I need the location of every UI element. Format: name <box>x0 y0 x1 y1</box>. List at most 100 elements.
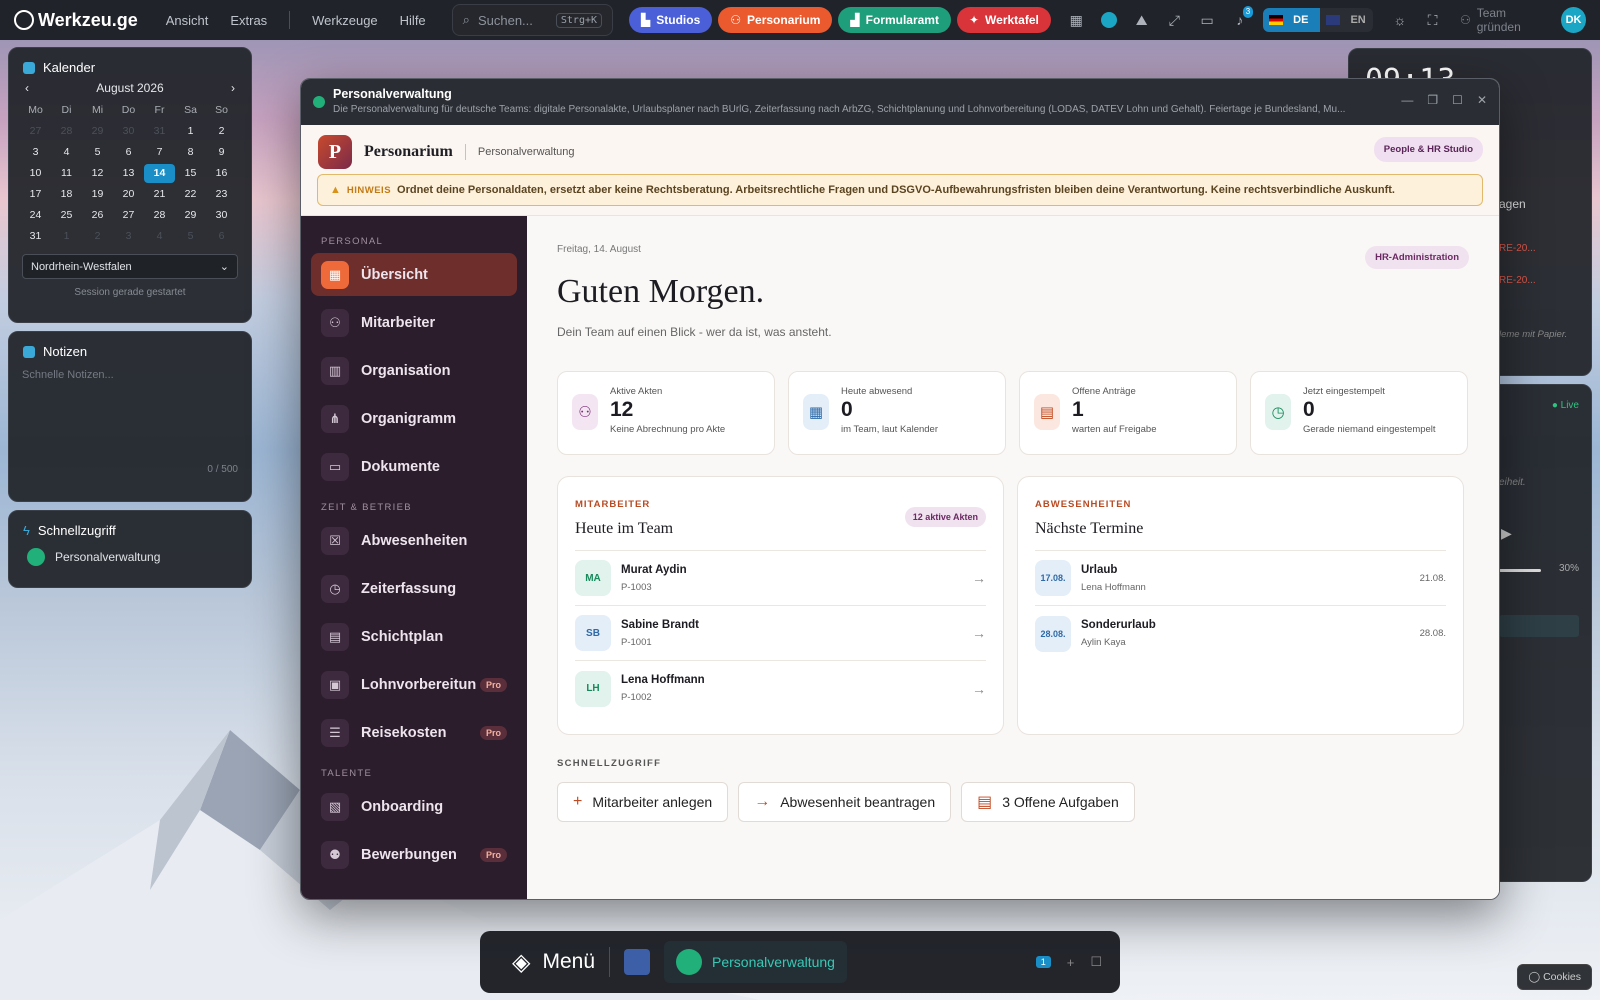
mountain-icon[interactable]: ⛰ <box>1128 6 1155 34</box>
play-icon[interactable]: ▶ <box>1501 525 1512 542</box>
sidebar-item-lohnvorbereitun[interactable]: ▣ Lohnvorbereitun Pro <box>311 663 517 706</box>
lang-de[interactable]: DE <box>1263 8 1321 32</box>
sidebar-item-reisekosten[interactable]: ☰ Reisekosten Pro <box>311 711 517 754</box>
expand-icon[interactable]: ⤢ <box>1161 6 1188 34</box>
calendar-day[interactable]: 3 <box>20 143 51 162</box>
sidebar-item-abwesenheiten[interactable]: ☒ Abwesenheiten <box>311 519 517 562</box>
calendar-day[interactable]: 2 <box>82 227 113 246</box>
add-employee-button[interactable]: + Mitarbeiter anlegen <box>557 782 729 822</box>
personarium-button[interactable]: ⚇ Personarium <box>718 7 833 33</box>
calendar-day[interactable]: 16 <box>206 164 237 183</box>
calendar-day[interactable]: 10 <box>20 164 51 183</box>
calendar-day[interactable]: 31 <box>20 227 51 246</box>
region-select[interactable]: Nordrhein-Westfalen ⌄ <box>22 254 238 279</box>
werktafel-button[interactable]: ✦ Werktafel <box>956 7 1051 33</box>
calendar-day[interactable]: 31 <box>144 122 175 141</box>
calendar-day[interactable]: 26 <box>82 206 113 225</box>
calendar-day[interactable]: 6 <box>206 227 237 246</box>
language-switch[interactable]: DE EN <box>1263 8 1373 32</box>
calendar-day[interactable]: 22 <box>175 185 206 204</box>
search-input[interactable]: ⌕ Suchen... Strg+K <box>451 4 614 36</box>
menu-werkzeuge[interactable]: Werkzeuge <box>312 13 378 28</box>
next-month-icon[interactable]: › <box>231 81 235 95</box>
dock-app-personalverwaltung[interactable]: Personalverwaltung <box>664 941 847 983</box>
studios-button[interactable]: ▙ Studios <box>629 7 713 33</box>
calendar-day[interactable]: 5 <box>175 227 206 246</box>
calendar-day[interactable]: 28 <box>144 206 175 225</box>
absence-row[interactable]: 28.08. Sonderurlaub Aylin Kaya 28.08. <box>1035 606 1446 661</box>
bell-icon[interactable]: ♪ 3 <box>1226 6 1254 34</box>
calendar-day[interactable]: 9 <box>206 143 237 162</box>
notes-textarea[interactable]: Schnelle Notizen... <box>9 359 251 464</box>
cookies-button[interactable]: ◯ Cookies <box>1517 964 1592 990</box>
studio-badge[interactable]: People & HR Studio <box>1373 137 1483 162</box>
globe-icon[interactable] <box>1096 6 1123 34</box>
menu-ansicht[interactable]: Ansicht <box>166 13 209 28</box>
calendar-day[interactable]: 18 <box>51 185 82 204</box>
calendar-day[interactable]: 29 <box>82 122 113 141</box>
calendar-day[interactable]: 4 <box>144 227 175 246</box>
arrow-right-icon[interactable]: → <box>972 570 986 586</box>
calendar-day[interactable]: 20 <box>113 185 144 204</box>
sidebar-item-onboarding[interactable]: ▧ Onboarding <box>311 785 517 828</box>
calendar-day[interactable]: 2 <box>206 122 237 141</box>
start-menu-button[interactable]: ◈ Menü <box>512 948 595 977</box>
avatar[interactable]: DK <box>1561 7 1586 33</box>
request-absence-button[interactable]: → Abwesenheit beantragen <box>738 782 952 822</box>
cabinet-icon[interactable] <box>624 949 650 975</box>
sidebar-item-organigramm[interactable]: ⋔ Organigramm <box>311 397 517 440</box>
calendar-day[interactable]: 7 <box>144 143 175 162</box>
calendar-day[interactable]: 30 <box>206 206 237 225</box>
close-icon[interactable]: ✕ <box>1477 93 1487 107</box>
arrow-right-icon[interactable]: → <box>972 681 986 697</box>
calendar-day[interactable]: 11 <box>51 164 82 183</box>
sidebar-item-mitarbeiter[interactable]: ⚇ Mitarbeiter <box>311 301 517 344</box>
calendar-day[interactable]: 1 <box>51 227 82 246</box>
open-tasks-button[interactable]: ▤ 3 Offene Aufgaben <box>961 782 1135 822</box>
formularamt-button[interactable]: ▟ Formularamt <box>838 7 951 33</box>
team-row[interactable]: MA Murat Aydin P-1003 → <box>575 551 986 606</box>
menu-hilfe[interactable]: Hilfe <box>400 13 426 28</box>
absence-row[interactable]: 17.08. Urlaub Lena Hoffmann 21.08. <box>1035 551 1446 606</box>
calendar-day[interactable]: 4 <box>51 143 82 162</box>
calendar-day[interactable]: 28 <box>51 122 82 141</box>
calendar-day[interactable]: 29 <box>175 206 206 225</box>
app-logo[interactable]: Werkzeu.ge <box>14 10 138 31</box>
lang-en[interactable]: EN <box>1320 8 1373 32</box>
restore-icon[interactable]: ❐ <box>1427 93 1438 107</box>
calendar-day[interactable]: 12 <box>82 164 113 183</box>
calendar-day[interactable]: 25 <box>51 206 82 225</box>
maximize-icon[interactable]: ☐ <box>1452 93 1463 107</box>
arrow-right-icon[interactable]: → <box>972 625 986 641</box>
volume-slider[interactable] <box>1499 569 1541 572</box>
calendar-day[interactable]: 13 <box>113 164 144 183</box>
show-desktop-icon[interactable]: ☐ <box>1090 954 1102 970</box>
calendar-day[interactable]: 23 <box>206 185 237 204</box>
calendar-day[interactable]: 30 <box>113 122 144 141</box>
sidebar-item-zeiterfassung[interactable]: ◷ Zeiterfassung <box>311 567 517 610</box>
calendar-day[interactable]: 27 <box>113 206 144 225</box>
calendar-day[interactable]: 3 <box>113 227 144 246</box>
fullscreen-icon[interactable]: ⛶ <box>1419 6 1446 34</box>
sidebar-item-übersicht[interactable]: ▦ Übersicht <box>311 253 517 296</box>
calendar-day[interactable]: 8 <box>175 143 206 162</box>
quickaccess-item[interactable]: Personalverwaltung <box>9 538 251 576</box>
calendar-day[interactable]: 27 <box>20 122 51 141</box>
calendar-day[interactable]: 19 <box>82 185 113 204</box>
calendar-day[interactable]: 5 <box>82 143 113 162</box>
calendar-day[interactable]: 1 <box>175 122 206 141</box>
sidebar-item-dokumente[interactable]: ▭ Dokumente <box>311 445 517 488</box>
calendar-day[interactable]: 15 <box>175 164 206 183</box>
sun-icon[interactable]: ☼ <box>1387 6 1414 34</box>
window-titlebar[interactable]: Personalverwaltung Die Personalverwaltung… <box>301 79 1499 125</box>
team-button[interactable]: ⚇ Team gründen <box>1460 6 1549 34</box>
sidebar-item-organisation[interactable]: ▥ Organisation <box>311 349 517 392</box>
workspace-indicator[interactable]: 1 <box>1035 956 1051 968</box>
sidebar-item-schichtplan[interactable]: ▤ Schichtplan <box>311 615 517 658</box>
add-workspace-icon[interactable]: + <box>1067 955 1075 970</box>
calendar-day[interactable]: 21 <box>144 185 175 204</box>
calendar-day[interactable]: 17 <box>20 185 51 204</box>
calendar-day[interactable]: 6 <box>113 143 144 162</box>
calendar-day[interactable]: 24 <box>20 206 51 225</box>
calendar-day-today[interactable]: 14 <box>144 164 175 183</box>
